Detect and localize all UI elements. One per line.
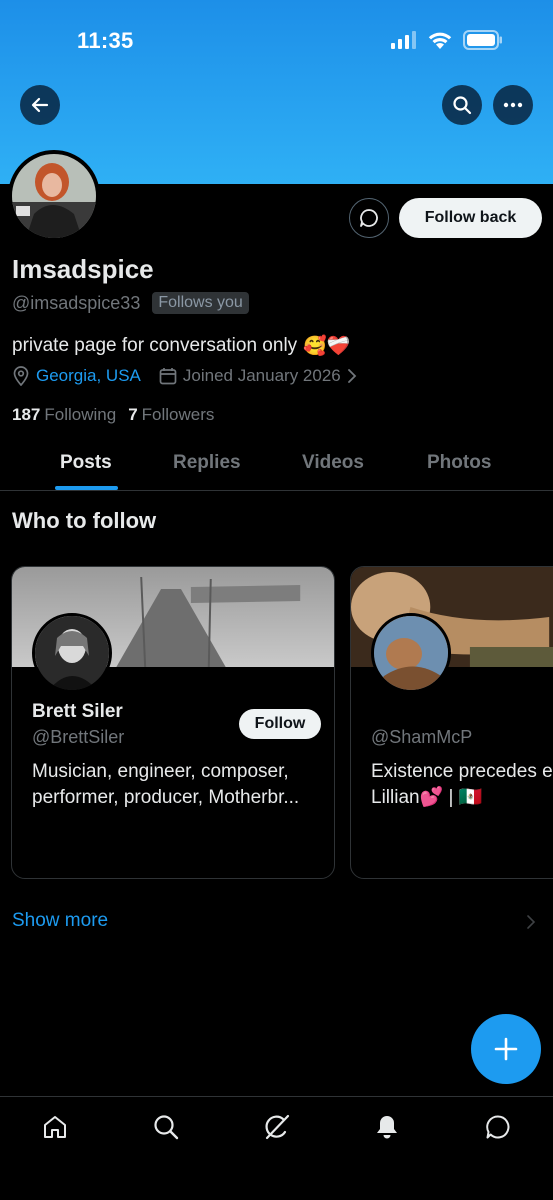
follow-back-button[interactable]: Follow back xyxy=(399,198,542,238)
arrow-left-icon xyxy=(31,97,49,113)
back-button[interactable] xyxy=(20,85,60,125)
location-pin-icon xyxy=(13,366,29,386)
chevron-right-icon[interactable] xyxy=(347,368,357,384)
status-time: 11:35 xyxy=(77,28,134,53)
who-to-follow-title: Who to follow xyxy=(12,508,157,533)
more-button[interactable] xyxy=(493,85,533,125)
wifi-icon xyxy=(428,32,452,49)
card-handle: @ShamMcP xyxy=(371,727,473,747)
search-icon xyxy=(154,1115,179,1140)
follows-you-badge: Follows you xyxy=(152,292,249,314)
tab-posts[interactable]: Posts xyxy=(60,452,112,474)
profile-tabs: Posts Replies Videos Photos xyxy=(0,438,553,491)
messages-icon xyxy=(486,1115,510,1139)
more-horizontal-icon xyxy=(503,102,523,108)
card-avatar xyxy=(371,613,451,693)
compose-button[interactable] xyxy=(471,1014,541,1084)
calendar-icon xyxy=(159,368,177,385)
cellular-signal-icon xyxy=(391,31,416,49)
nav-messages[interactable] xyxy=(482,1111,514,1143)
card-avatar xyxy=(32,613,112,693)
plus-icon xyxy=(494,1037,518,1061)
nav-notifications[interactable] xyxy=(371,1111,403,1143)
message-button[interactable] xyxy=(349,198,389,238)
show-more-link[interactable]: Show more xyxy=(12,910,108,932)
nav-grok[interactable] xyxy=(261,1111,293,1143)
following-count: 187 xyxy=(12,405,41,424)
search-icon xyxy=(453,96,472,115)
bio-emojis: 🥰❤️‍🩹 xyxy=(303,335,351,357)
following-link[interactable]: 187 Following xyxy=(12,405,116,425)
battery-icon xyxy=(463,30,502,50)
nav-search[interactable] xyxy=(150,1111,182,1143)
profile-display-name: Imsadspice xyxy=(12,254,154,284)
suggestion-card[interactable]: Brett Siler @BrettSiler Follow Musician,… xyxy=(11,566,335,879)
message-bubble-icon xyxy=(360,209,378,227)
tab-videos[interactable]: Videos xyxy=(302,452,364,474)
tab-photos[interactable]: Photos xyxy=(427,452,491,474)
followers-label: Followers xyxy=(141,405,215,424)
card-handle: @BrettSiler xyxy=(32,727,125,747)
card-bio: Existence precedes e Lillian💕 | 🇲🇽 xyxy=(371,761,553,808)
followers-count: 7 xyxy=(128,405,138,424)
grok-icon xyxy=(265,1114,290,1140)
following-label: Following xyxy=(44,405,117,424)
bottom-navigation xyxy=(0,1096,553,1200)
nav-home[interactable] xyxy=(39,1111,71,1143)
bio-text: private page for conversation only xyxy=(12,334,298,356)
active-tab-indicator xyxy=(55,486,118,490)
profile-location[interactable]: Georgia, USA xyxy=(36,366,141,386)
status-icons xyxy=(391,30,503,50)
profile-bio: private page for conversation only 🥰❤️‍🩹 xyxy=(12,334,351,358)
avatar-photo xyxy=(12,154,96,238)
status-bar: 11:35 xyxy=(0,0,553,84)
profile-avatar[interactable] xyxy=(8,150,100,242)
home-icon xyxy=(44,1116,66,1138)
tab-replies[interactable]: Replies xyxy=(173,452,241,474)
profile-joined-date: Joined January 2026 xyxy=(182,366,341,385)
suggestion-card[interactable]: @ShamMcP Existence precedes e Lillian💕 |… xyxy=(350,566,553,879)
card-name: Brett Siler xyxy=(32,701,123,722)
profile-handle: @imsadspice33 xyxy=(12,292,141,313)
chevron-right-icon[interactable] xyxy=(526,914,536,930)
follow-counts: 187 Following 7 Followers xyxy=(12,405,214,425)
notifications-bell-icon xyxy=(377,1116,397,1139)
card-bio: Musician, engineer, composer, performer,… xyxy=(32,761,300,808)
handle-row: @imsadspice33 Follows you xyxy=(12,292,249,314)
followers-link[interactable]: 7 Followers xyxy=(128,405,214,425)
profile-meta: Georgia, USA Joined January 2026 xyxy=(12,366,357,386)
search-button[interactable] xyxy=(442,85,482,125)
follow-button[interactable]: Follow xyxy=(239,709,321,739)
